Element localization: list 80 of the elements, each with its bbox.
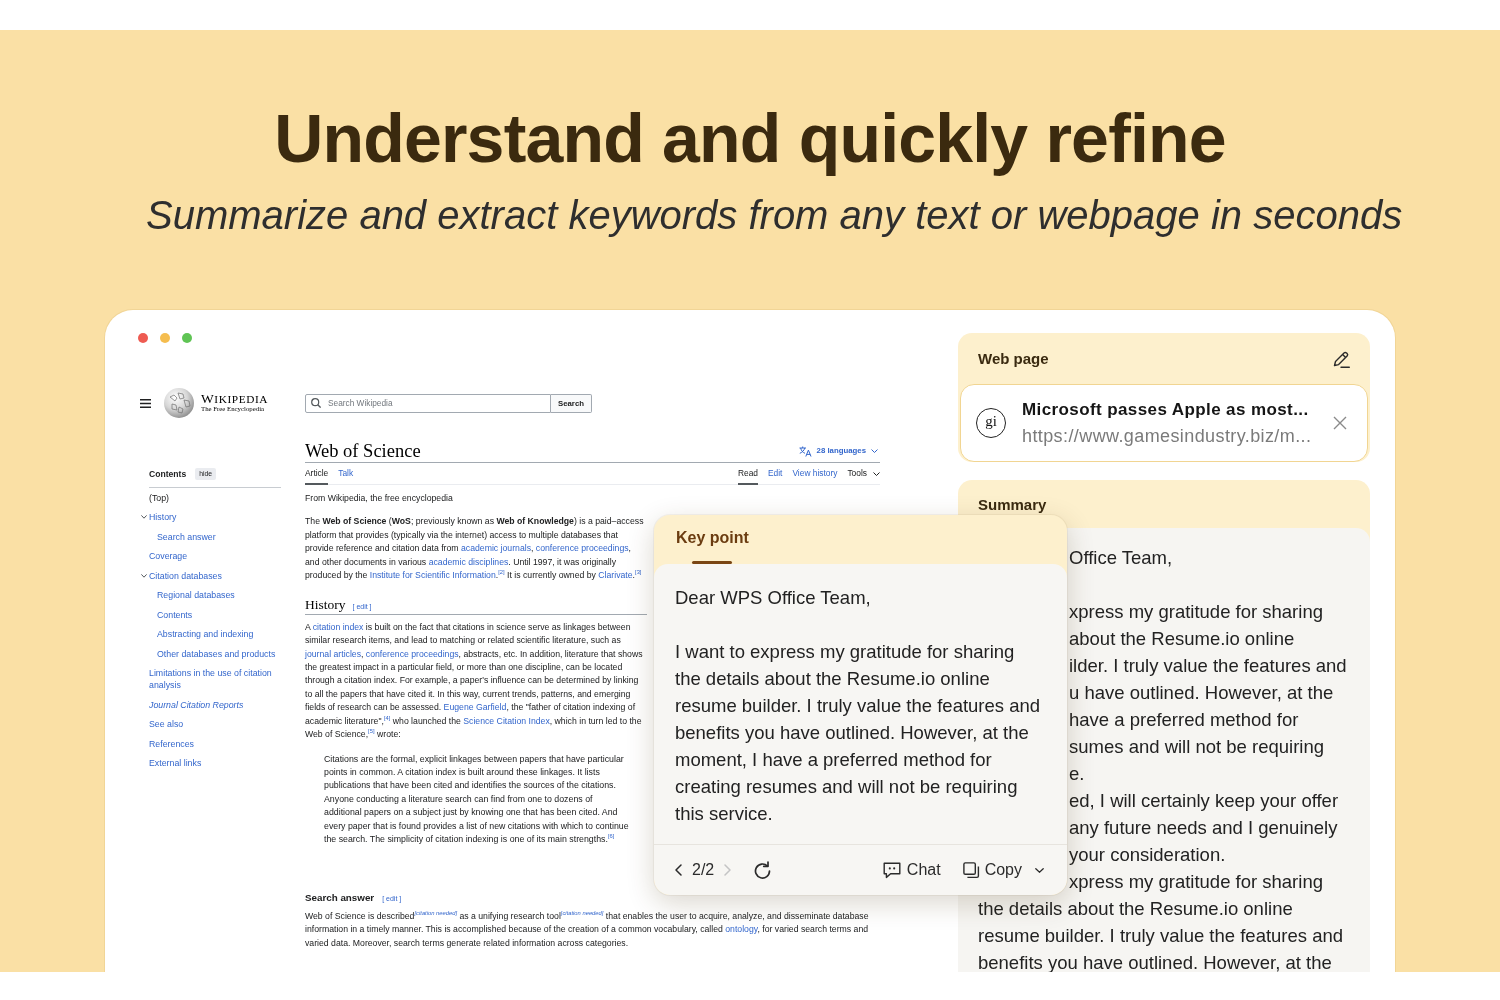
- article-link[interactable]: academic journals: [461, 543, 531, 554]
- contents-link[interactable]: Regional databases: [157, 589, 235, 602]
- article-link[interactable]: Clarivate: [598, 570, 633, 581]
- contents-link[interactable]: Search answer: [157, 530, 216, 543]
- summary-text: benefits you have outlined. However, at the: [978, 951, 1332, 972]
- contents-link[interactable]: References: [149, 737, 194, 750]
- translate-icon: [798, 445, 812, 457]
- page-counter: 2/2: [692, 861, 715, 879]
- copy-button[interactable]: Copy: [962, 861, 1044, 879]
- menu-icon[interactable]: [140, 398, 151, 408]
- speech-bubble-icon: [882, 861, 901, 879]
- block-quote: Citations are the formal, explicit linkages between papers that have particular points in common. A citation index is built around these linkages. It lists publications that have been cited and identifies the sources of the citations. Anyone conducting a literature search can find from one to dozens of additional papers on a subject just by knowing one that has been cited. And every paper that is found provides a list of new citations with which to continue the search. The simplicity of citation indexing is one of its main strengths.$^{[6]}$: [324, 752, 630, 846]
- site-name: WIKIPEDIA: [201, 393, 269, 405]
- contents-link[interactable]: History: [149, 511, 177, 524]
- summary-text: sumes and will not be requiring: [1069, 735, 1325, 759]
- copy-icon: [962, 861, 980, 879]
- pencil-icon[interactable]: [1332, 349, 1350, 368]
- article-link[interactable]: Science Citation Index: [463, 715, 550, 726]
- contents-heading: Contents: [149, 469, 187, 479]
- search-icon: [311, 398, 321, 408]
- chat-button[interactable]: Chat: [882, 861, 941, 879]
- article-link[interactable]: journal articles: [305, 648, 361, 659]
- summary-text: Office Team,: [1069, 546, 1173, 570]
- summary-text: any future needs and I genuinely: [1069, 816, 1338, 840]
- article-link[interactable]: Institute for Scientific Information: [369, 570, 496, 581]
- chevron-left-icon[interactable]: [675, 864, 682, 876]
- page-tab[interactable]: Tools: [847, 463, 880, 485]
- panel-tab[interactable]: Key point: [676, 528, 749, 564]
- summary-text: xpress my gratitude for sharing: [1069, 600, 1323, 624]
- contents-link[interactable]: See also: [149, 718, 184, 731]
- article-paragraph: Web of Science is described$^{[citation needed]}$ as a unifying research tool$^{[citation needed]}$ that enables the user to acquire, analyze, and disseminate database information in a timely manner. This is accomplished because of the creation of a common vocabulary, called ontology, for varied search terms and varied data. Moreover, search terms generate related information across categories.: [305, 909, 870, 950]
- summary-text: about the Resume.io online: [1069, 627, 1295, 651]
- refresh-icon[interactable]: [753, 860, 773, 880]
- article-paragraph: The Web of Science (WoS; previously known as Web of Knowledge) is a paid–access platform that provides (typically via the internet) access to multiple databases that provide reference and citation data from academic journals, conference proceedings, and other documents in various academic disciplines. Until 1997, it was originally produced by the Institute for Scientific Information.$^{[2]}$ It is currently owned by Clarivate.$^{[3]}$: [305, 515, 645, 583]
- summary-text: e.: [1069, 762, 1085, 786]
- page-tab[interactable]: Read: [737, 463, 758, 485]
- section-heading: History: [305, 597, 346, 614]
- page-tab[interactable]: View history: [792, 463, 838, 485]
- contents-link[interactable]: Coverage: [149, 550, 188, 563]
- summary-text: ed, I will certainly keep your offer: [1069, 789, 1339, 813]
- globe-icon[interactable]: [164, 388, 194, 418]
- close-icon[interactable]: [1333, 416, 1347, 430]
- contents-link[interactable]: Citation databases: [149, 569, 222, 582]
- headline: Understand and quickly refine: [274, 100, 1226, 176]
- contents-link[interactable]: Other databases and products: [157, 647, 276, 660]
- page-tab[interactable]: Article: [305, 463, 329, 485]
- article-title: Web of Science: [305, 440, 421, 462]
- summary-text: resume builder. I truly value the features and: [978, 924, 1344, 948]
- chevron-down-icon: [871, 449, 878, 453]
- article-subtitle: From Wikipedia, the free encyclopedia: [305, 492, 453, 505]
- summary-text: ilder. I truly value the features and: [1069, 654, 1347, 678]
- contents-link[interactable]: External links: [149, 757, 202, 770]
- page-title: Microsoft passes Apple as most...: [1022, 400, 1309, 420]
- chevron-down-icon[interactable]: [141, 515, 147, 520]
- contents-link[interactable]: (Top): [149, 491, 170, 504]
- summary-text: your consideration.: [1069, 843, 1226, 867]
- chevron-down-icon: [1035, 867, 1044, 873]
- letter-body: I want to express my gratitude for sharing the details about the Resume.io online resume builder. I truly value the features and benefits you have outlined. However, at the moment, I have a preferred method for creating resumes and will not be requiring this service.: [675, 639, 1042, 826]
- page-url[interactable]: https://www.gamesindustry.biz/m...: [1022, 426, 1312, 446]
- contents-link[interactable]: Limitations in the use of citation analysis: [149, 667, 285, 692]
- window-close-icon[interactable]: [138, 333, 148, 343]
- summary-text: u have outlined. However, at the: [1069, 681, 1334, 705]
- summary-text: have a preferred method for: [1069, 708, 1299, 732]
- page-tab[interactable]: Talk: [338, 463, 354, 485]
- panel-title: Web page: [978, 350, 1049, 367]
- subsection-heading: Search answer: [305, 891, 375, 906]
- chevron-down-icon[interactable]: [141, 573, 147, 578]
- article-paragraph: A citation index is built on the fact that citations in science serve as linkages between similar research items, and lead to matching or related scientific literature, such as journal articles, conference proceedings, abstracts, etc. In addition, literature that shows the greatest impact in a particular field, or more than one discipline, can be located through a citation index. For example, a paper's influence can be determined by linking to all the papers that have cited it. In this way, current trends, patterns, and emerging fields of research can be assessed. Eugene Garfield, the "father of citation indexing of academic literature",$^{[4]}$ who launched the Science Citation Index, which in turn led to the Web of Science,$^{[5]}$ wrote:: [305, 620, 644, 742]
- chevron-down-icon: [873, 472, 880, 476]
- letter-greeting: Dear WPS Office Team,: [675, 585, 871, 610]
- panel-title: Summary: [978, 495, 1047, 513]
- contents-link[interactable]: Contents: [157, 608, 193, 621]
- contents-link[interactable]: Abstracting and indexing: [157, 628, 254, 641]
- page-tab[interactable]: Edit: [768, 463, 783, 485]
- article-link[interactable]: citation index: [312, 621, 364, 632]
- summary-text: the details about the Resume.io online: [978, 897, 1293, 921]
- subheadline: Summarize and extract keywords from any text or webpage in seconds: [146, 192, 1403, 238]
- contents-link[interactable]: Journal Citation Reports: [149, 698, 244, 711]
- summary-text: xpress my gratitude for sharing: [1069, 870, 1323, 894]
- search-field[interactable]: Search Wikipedia: [305, 393, 551, 413]
